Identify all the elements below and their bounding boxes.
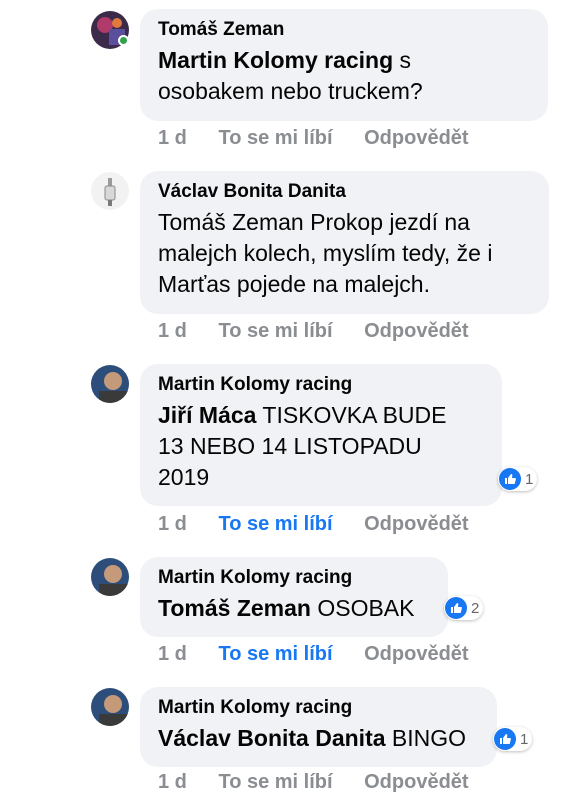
like-button[interactable]: To se mi líbí	[218, 320, 332, 342]
reply-button[interactable]: Odpovědět	[364, 127, 468, 149]
comment-text: Tomáš Zeman OSOBAK	[158, 595, 415, 621]
comment-time[interactable]: 1 d	[158, 320, 187, 342]
comment-author[interactable]: Tomáš Zeman	[158, 18, 530, 42]
comment-author[interactable]: Martin Kolomy racing	[158, 566, 430, 590]
mention-link[interactable]: Václav Bonita Danita	[158, 725, 386, 751]
comment-author[interactable]: Václav Bonita Danita	[158, 180, 531, 204]
comment-author[interactable]: Martin Kolomy racing	[158, 696, 479, 720]
comment-time[interactable]: 1 d	[158, 643, 187, 665]
profile-photo-icon	[91, 688, 129, 726]
comment-bubble: Martin Kolomy racing Václav Bonita Danit…	[140, 687, 497, 767]
avatar[interactable]	[91, 172, 129, 210]
comment-time[interactable]: 1 d	[158, 771, 187, 793]
like-button[interactable]: To se mi líbí	[218, 771, 332, 793]
like-button[interactable]: To se mi líbí	[218, 513, 332, 535]
reply-button[interactable]: Odpovědět	[364, 320, 468, 342]
comment-bubble: Martin Kolomy racing Tomáš Zeman OSOBAK	[140, 557, 448, 637]
comment-bubble: Tomáš Zeman Martin Kolomy racing s osoba…	[140, 9, 548, 121]
reply-button[interactable]: Odpovědět	[364, 513, 468, 535]
comment-text: Jiří Máca TISKOVKA BUDE 13 NEBO 14 LISTO…	[158, 402, 447, 490]
mention-link[interactable]: Tomáš Zeman	[158, 595, 311, 621]
comment-text: Martin Kolomy racing s osobakem nebo tru…	[158, 47, 423, 104]
mention-link[interactable]: Jiří Máca	[158, 402, 256, 428]
mention-link[interactable]: Martin Kolomy racing	[158, 47, 393, 73]
comment-text: Václav Bonita Danita BINGO	[158, 725, 467, 751]
comment-bubble: Václav Bonita Danita Tomáš Zeman Prokop …	[140, 171, 549, 314]
spark-plug-photo-icon	[91, 172, 129, 210]
comment-time[interactable]: 1 d	[158, 513, 187, 535]
comment-actions: 1 d To se mi líbí Odpovědět	[158, 127, 495, 150]
comment-actions: 1 d To se mi líbí Odpovědět	[158, 513, 495, 536]
profile-photo-icon	[91, 558, 129, 596]
comment-bubble: Martin Kolomy racing Jiří Máca TISKOVKA …	[140, 364, 502, 506]
comment-time[interactable]: 1 d	[158, 127, 187, 149]
like-button[interactable]: To se mi líbí	[218, 643, 332, 665]
reaction-count: 1	[520, 730, 529, 748]
comment-actions: 1 d To se mi líbí Odpovědět	[158, 771, 495, 794]
thumbs-up-icon	[499, 468, 521, 490]
comment-actions: 1 d To se mi líbí Odpovědět	[158, 643, 495, 666]
comment-text: Tomáš Zeman Prokop jezdí na malejch kole…	[158, 209, 493, 297]
profile-photo-icon	[91, 365, 129, 403]
reaction-summary[interactable]: 1	[493, 727, 533, 751]
reaction-count: 2	[471, 599, 480, 617]
thumbs-up-icon	[445, 597, 467, 619]
reaction-count: 1	[525, 470, 534, 488]
avatar[interactable]	[91, 558, 129, 596]
thumbs-up-icon	[494, 728, 516, 750]
reply-button[interactable]: Odpovědět	[364, 643, 468, 665]
online-status-indicator	[118, 35, 129, 46]
avatar[interactable]	[91, 688, 129, 726]
comment-author[interactable]: Martin Kolomy racing	[158, 373, 484, 397]
avatar[interactable]	[91, 365, 129, 403]
reaction-summary[interactable]: 1	[498, 467, 538, 491]
reaction-summary[interactable]: 2	[444, 596, 484, 620]
comment-actions: 1 d To se mi líbí Odpovědět	[158, 320, 495, 343]
like-button[interactable]: To se mi líbí	[218, 127, 332, 149]
reply-button[interactable]: Odpovědět	[364, 771, 468, 793]
